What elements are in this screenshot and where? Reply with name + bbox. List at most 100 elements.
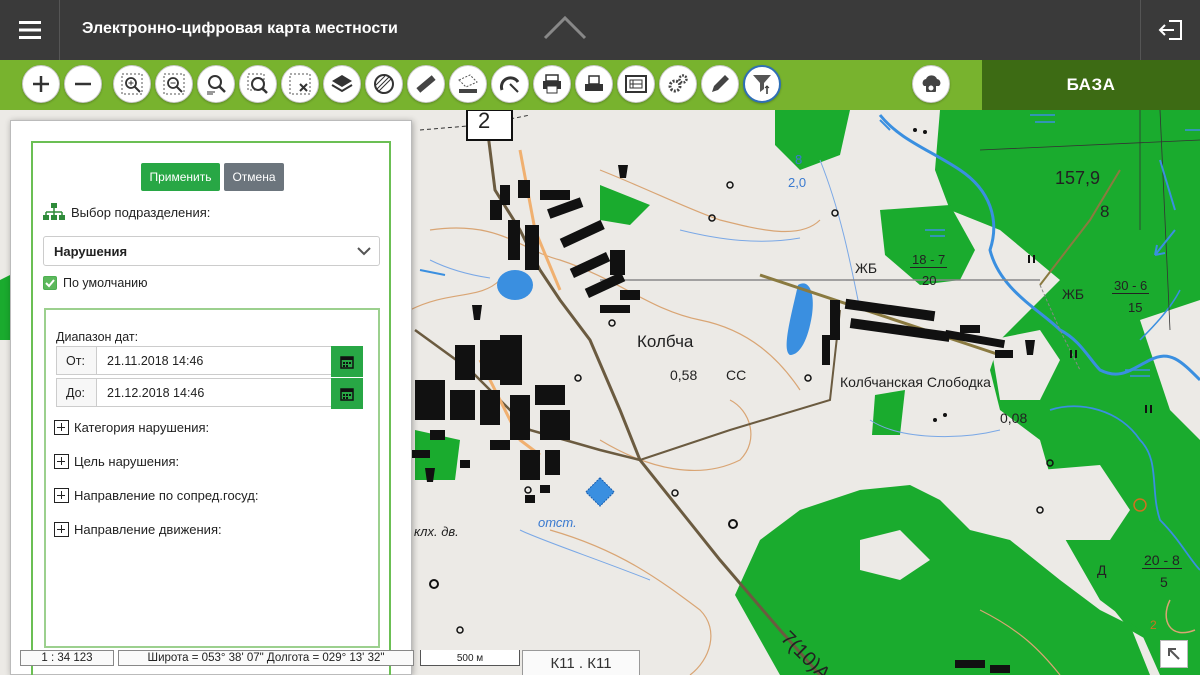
map-label-frac3-top: 20 - 8 [1142,552,1182,569]
scanner-button[interactable] [575,65,613,103]
date-from-field[interactable]: От: 21.11.2018 14:46 [56,346,363,377]
map-label-cc: СС [726,367,747,383]
map-label-water-v2: 2,0 [788,175,807,190]
zoom-box-out-icon [163,73,185,95]
filter-icon [753,75,771,94]
date-to-value[interactable]: 21.12.2018 14:46 [97,379,362,406]
date-range-title: Диапазон дат: [56,330,139,344]
accordion-category-label: Категория нарушения: [74,420,210,435]
camera-button[interactable] [912,65,950,103]
expand-plus-icon [54,522,69,537]
map-label-v3: 8 [1100,202,1110,221]
accordion-neighbor-direction[interactable]: Направление по сопред.госуд: [54,488,258,503]
zoom-extent-button[interactable] [239,65,277,103]
filter-panel: Применить Отмена Выбор подразделения: На… [10,120,412,675]
default-option[interactable]: По умолчанию [43,276,148,290]
scale-bar: 500 м [420,650,520,666]
map-label-frac3-bot: 5 [1160,574,1168,590]
date-to-field[interactable]: До: 21.12.2018 14:46 [56,378,363,409]
search-list-icon [207,75,226,95]
cancel-button[interactable]: Отмена [224,163,284,191]
unit-select-label-text: Выбор подразделения: [71,204,211,220]
filter-button[interactable] [743,65,781,103]
settings-button[interactable] [659,65,697,103]
map-label-frac1-top: 18 - 7 [910,252,948,268]
date-from-value[interactable]: 21.11.2018 14:46 [97,347,362,374]
area-measure-icon [458,74,478,93]
protractor-icon [499,76,520,93]
map-label-frac1-bot: 20 [922,273,937,288]
filter-panel-content: Применить Отмена Выбор подразделения: На… [31,141,391,675]
default-label: По умолчанию [63,276,148,290]
date-filter-box: Диапазон дат: От: 21.11.2018 14:46 До: 2… [44,308,380,648]
plus-icon [33,76,49,92]
map-label-frac2-top: 30 - 6 [1112,278,1150,294]
printer-icon [543,74,561,94]
map-toolbar: БАЗА [0,60,1200,110]
logout-icon[interactable] [1140,0,1200,60]
scanner-icon [585,75,603,91]
clear-selection-button[interactable] [281,65,319,103]
map-label-marker: 2 [478,110,491,133]
pencil-icon [712,75,729,92]
zoom-box-in-button[interactable] [113,65,151,103]
accordion-goal[interactable]: Цель нарушения: [54,454,179,469]
ruler-button[interactable] [407,65,445,103]
calendar-icon[interactable] [331,346,363,377]
map-label-otst: отст. [538,515,577,530]
base-button[interactable]: БАЗА [982,60,1200,110]
map-label-orange: 2 [1150,618,1157,632]
zoom-extent-icon [247,73,268,94]
accordion-goal-label: Цель нарушения: [74,454,180,469]
date-to-label: До: [57,379,97,406]
map-label-kolbcha: Колбча [637,332,694,351]
ruler-icon [416,75,436,93]
zoom-box-out-button[interactable] [155,65,193,103]
accordion-movement-direction[interactable]: Направление движения: [54,522,222,537]
expand-plus-icon [54,420,69,435]
accordion-movement-direction-label: Направление движения: [74,522,222,537]
gears-icon [668,74,688,93]
apply-button[interactable]: Применить [141,163,220,191]
default-checkbox[interactable] [43,276,57,290]
calendar-icon[interactable] [331,378,363,409]
map-label-008: 0,08 [1000,410,1028,426]
unit-select-label: Выбор подразделения: [43,203,210,221]
map-sheet-icon [625,75,647,93]
zoom-in-button[interactable] [22,65,60,103]
angle-button[interactable] [491,65,529,103]
chevron-up-icon[interactable] [540,8,590,44]
map-label-frac2-bot: 15 [1128,300,1143,315]
print-button[interactable] [533,65,571,103]
expand-arrow-icon[interactable] [1160,640,1188,668]
map-style-button[interactable] [365,65,403,103]
map-sheet-button[interactable] [617,65,655,103]
map-label-zhb1: ЖБ [855,260,878,276]
org-structure-icon [43,203,65,220]
map-label-d: Д [1097,562,1107,578]
draw-button[interactable] [701,65,739,103]
camera-cloud-icon [922,75,941,92]
expand-plus-icon [54,488,69,503]
unit-select[interactable]: Нарушения [43,236,380,266]
search-button[interactable] [197,65,235,103]
app-header: Электронно-цифровая карта местности [0,0,1200,60]
area-measure-button[interactable] [449,65,487,103]
accordion-category[interactable]: Категория нарушения: [54,420,209,435]
map-label-height: 157,9 [1055,168,1101,188]
clear-selection-icon [289,73,311,95]
zoom-out-button[interactable] [64,65,102,103]
minus-icon [75,82,91,86]
check-icon [45,279,55,288]
coordinates-readout: Широта = 053° 38' 07" Долгота = 029° 13'… [118,650,414,666]
layers-button[interactable] [323,65,361,103]
map-label-058: 0,58 [670,367,698,383]
map-sheet-label: К11 . К11 [522,650,640,675]
map-label-kolkhoz: клх. дв. [414,524,459,539]
zoom-box-in-icon [121,73,143,95]
hamburger-menu-icon[interactable] [0,0,60,60]
date-from-label: От: [57,347,97,374]
scale-readout: 1 : 34 123 [20,650,114,666]
map-label-slobodka: Колбчанская Слободка [840,374,991,390]
accordion-neighbor-direction-label: Направление по сопред.госуд: [74,488,259,503]
